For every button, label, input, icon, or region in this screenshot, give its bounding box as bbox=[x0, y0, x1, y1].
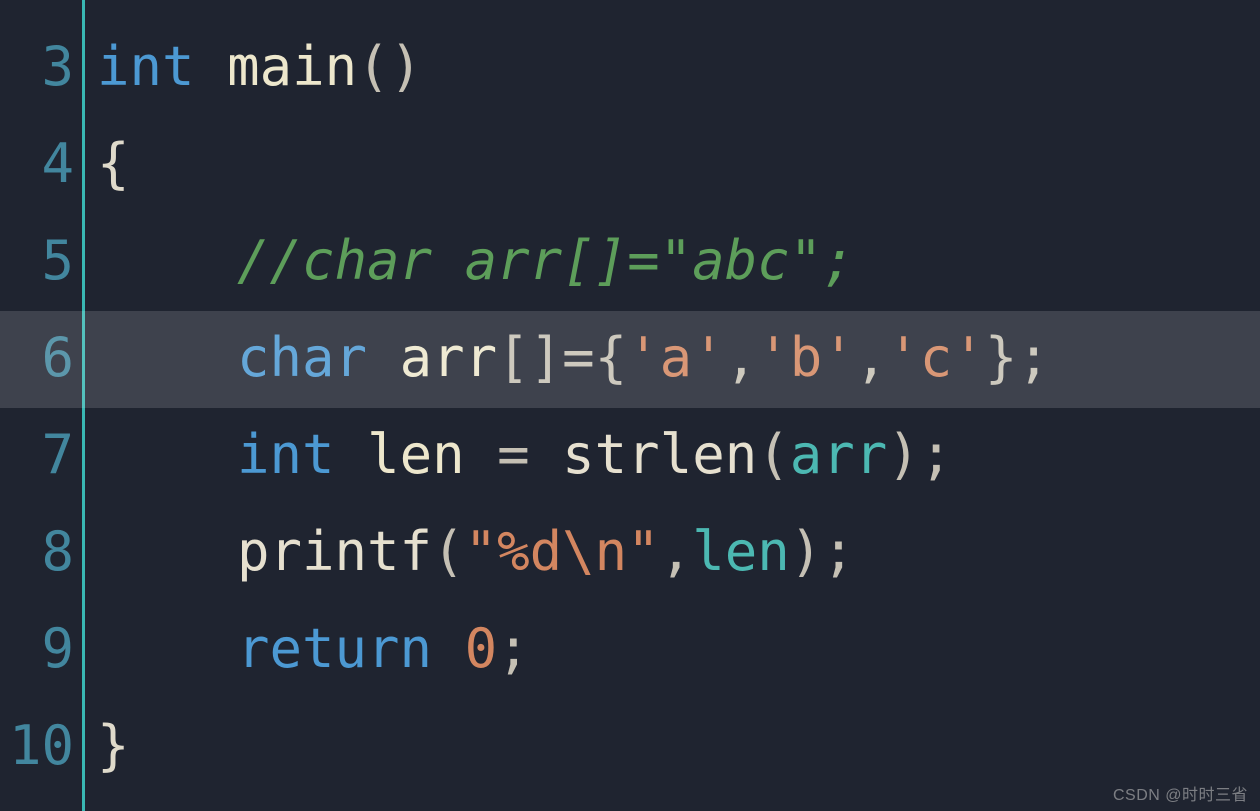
line-number: 10 bbox=[0, 697, 82, 794]
keyword-return: return bbox=[237, 622, 432, 676]
keyword-int: int bbox=[97, 40, 195, 94]
line-number: 3 bbox=[0, 0, 82, 115]
semicolon: ; bbox=[1017, 331, 1050, 385]
code-line[interactable]: //char arr[]="abc"; bbox=[85, 212, 1260, 309]
arg-len: len bbox=[692, 525, 790, 579]
identifier-len: len bbox=[367, 428, 465, 482]
line-number: 5 bbox=[0, 212, 82, 309]
code-line[interactable]: printf("%d\n",len); bbox=[85, 503, 1260, 600]
close-paren: ) bbox=[887, 428, 920, 482]
number-zero: 0 bbox=[465, 622, 498, 676]
arg-arr: arr bbox=[790, 428, 888, 482]
function-printf: printf bbox=[237, 525, 432, 579]
close-brace: } bbox=[985, 331, 1018, 385]
line-number: 7 bbox=[0, 406, 82, 503]
equals: = bbox=[465, 428, 563, 482]
semicolon: ; bbox=[822, 525, 855, 579]
line-number: 6 bbox=[0, 309, 82, 406]
space bbox=[335, 428, 368, 482]
space bbox=[367, 331, 400, 385]
identifier-arr: arr bbox=[400, 331, 498, 385]
comma: , bbox=[855, 331, 888, 385]
semicolon: ; bbox=[497, 622, 530, 676]
comma: , bbox=[660, 525, 693, 579]
equals: = bbox=[562, 331, 595, 385]
char-literal: 'a' bbox=[627, 331, 725, 385]
line-number-gutter: 3 4 5 6 7 8 9 10 bbox=[0, 0, 82, 811]
open-paren: ( bbox=[432, 525, 465, 579]
brackets: [] bbox=[497, 331, 562, 385]
char-literal: 'b' bbox=[757, 331, 855, 385]
keyword-char: char bbox=[237, 331, 367, 385]
close-brace: } bbox=[97, 719, 130, 773]
open-brace: { bbox=[595, 331, 628, 385]
string-literal: "%d\n" bbox=[465, 525, 660, 579]
line-number: 4 bbox=[0, 115, 82, 212]
code-line[interactable]: { bbox=[85, 115, 1260, 212]
watermark: CSDN @时时三省 bbox=[1113, 781, 1248, 805]
code-editor[interactable]: 3 4 5 6 7 8 9 10 int main() { //char arr… bbox=[0, 0, 1260, 811]
char-literal: 'c' bbox=[887, 331, 985, 385]
line-number: 8 bbox=[0, 503, 82, 600]
open-paren: ( bbox=[757, 428, 790, 482]
function-main: main bbox=[227, 40, 357, 94]
comment: //char arr[]="abc"; bbox=[237, 234, 855, 288]
keyword-int: int bbox=[237, 428, 335, 482]
line-number: 9 bbox=[0, 600, 82, 697]
parens: () bbox=[357, 40, 422, 94]
code-line[interactable]: int len = strlen(arr); bbox=[85, 406, 1260, 503]
code-line-active[interactable]: char arr[]={'a','b','c'}; bbox=[85, 309, 1260, 406]
code-area[interactable]: int main() { //char arr[]="abc"; char ar… bbox=[85, 0, 1260, 811]
close-paren: ) bbox=[790, 525, 823, 579]
semicolon: ; bbox=[920, 428, 953, 482]
function-strlen: strlen bbox=[562, 428, 757, 482]
space bbox=[432, 622, 465, 676]
open-brace: { bbox=[97, 137, 130, 191]
space bbox=[195, 40, 228, 94]
code-line[interactable]: } bbox=[85, 697, 1260, 794]
comma: , bbox=[725, 331, 758, 385]
code-line[interactable]: int main() bbox=[85, 0, 1260, 115]
code-line[interactable]: return 0; bbox=[85, 600, 1260, 697]
